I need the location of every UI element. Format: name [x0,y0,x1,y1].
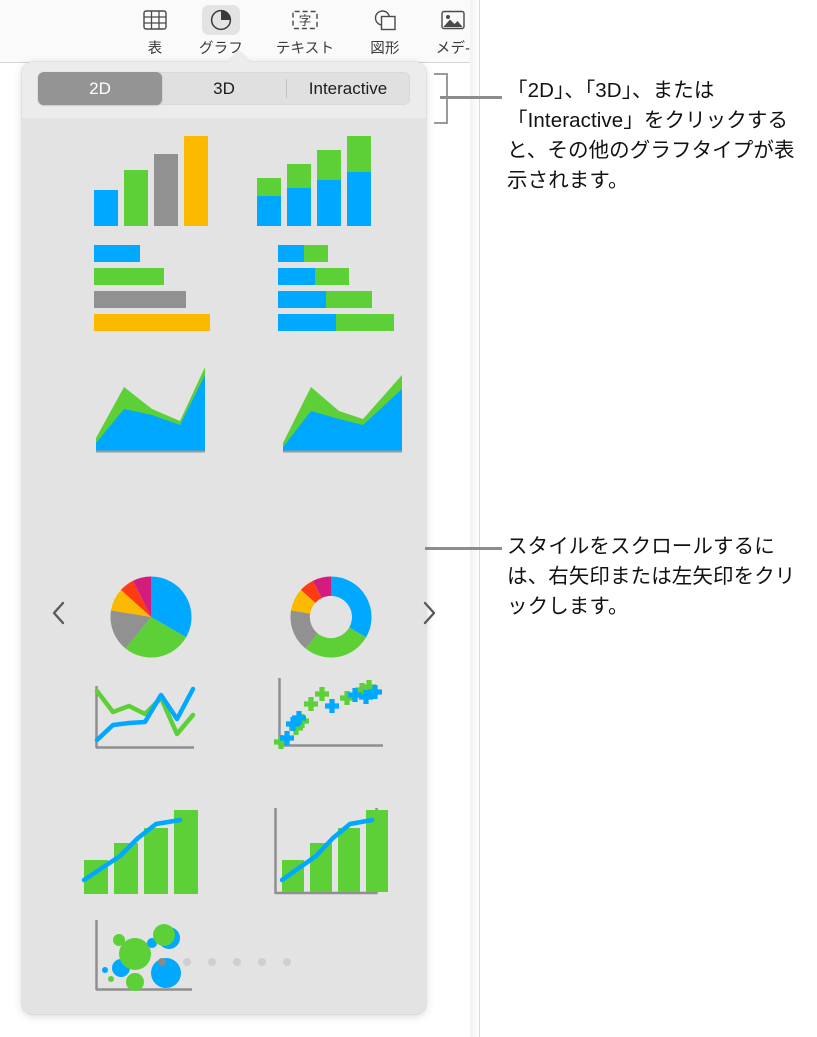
chart-style-two-axis[interactable] [272,806,392,898]
page-indicator-dots[interactable] [22,958,426,966]
chart-dimension-segmented-control[interactable]: 2D 3D Interactive [38,72,410,105]
donut-chart-thumbnail [290,576,372,658]
chart-style-pie[interactable] [107,573,195,661]
tab-2d-label: 2D [89,78,111,98]
scroll-left-button[interactable] [45,598,73,628]
tab-3d-label: 3D [213,78,235,98]
toolbar-item-label: メデ- [435,41,471,57]
tab-interactive-label: Interactive [308,78,388,98]
callout-text-tabs: 「2D」、「3D」、または「Interactive」をクリックすると、その他のグ… [507,79,795,192]
document-edge-shadow [470,0,479,1037]
chart-pie-icon [202,5,240,35]
callout-leader-line [425,547,502,550]
toolbar-item-text[interactable]: 字 テキスト [274,2,336,60]
media-image-icon [434,5,472,35]
toolbar-item-label: 図形 [370,41,400,57]
scroll-right-button[interactable] [415,598,443,628]
bar-chart-thumbnail [94,245,210,331]
chart-style-bar[interactable] [72,243,210,333]
page-dot[interactable] [257,958,266,966]
document-edge [479,0,480,1037]
two-axis-chart-thumbnail [274,808,388,895]
segment-divider [286,79,287,98]
tab-3d[interactable]: 3D [162,72,286,105]
line-chart-thumbnail [94,686,196,749]
toolbar-item-label: テキスト [275,41,335,57]
shape-icon [366,5,404,35]
toolbar-item-label: 表 [147,41,163,57]
stacked-column-chart-thumbnail [257,136,371,226]
chart-style-column[interactable] [72,128,208,228]
table-icon [136,5,174,35]
tab-2d[interactable]: 2D [38,72,162,105]
chart-style-stacked-bar[interactable] [278,243,403,333]
chart-style-popover: 2D 3D Interactive [22,51,436,1014]
chart-style-mixed-column-line[interactable] [72,808,198,898]
stacked-area-chart-thumbnail [283,375,402,453]
chart-style-stacked-area[interactable] [271,363,406,453]
callout-text-scroll: スタイルをスクロールするには、右矢印または左矢印をクリックします。 [507,535,796,618]
chart-style-stacked-column[interactable] [251,128,371,228]
column-chart-thumbnail [94,136,208,226]
tab-interactive[interactable]: Interactive [286,72,410,105]
mixed-chart-thumbnail [81,810,198,894]
chart-style-area[interactable] [72,363,207,453]
chevron-left-icon [52,601,65,625]
callout-leader-line [440,96,502,99]
stacked-bar-chart-thumbnail [278,245,394,331]
toolbar-item-table[interactable]: 表 [124,2,186,60]
svg-text:字: 字 [299,13,312,28]
page-dot[interactable] [157,958,166,966]
scatter-chart-thumbnail [274,678,383,749]
page-dot[interactable] [232,958,241,966]
chart-style-line[interactable] [72,678,197,758]
chevron-right-icon [423,601,436,625]
page-dot[interactable] [182,958,191,966]
page-dot[interactable] [207,958,216,966]
pie-chart-thumbnail [110,576,192,658]
chart-style-scatter[interactable] [270,676,395,758]
area-chart-thumbnail [96,367,205,453]
page-dot[interactable] [282,958,291,966]
callout-bracket [434,73,448,124]
toolbar-item-shape[interactable]: 図形 [354,2,416,60]
text-box-icon: 字 [286,5,324,35]
chart-style-donut[interactable] [287,573,375,661]
chart-style-gallery [22,118,426,1014]
